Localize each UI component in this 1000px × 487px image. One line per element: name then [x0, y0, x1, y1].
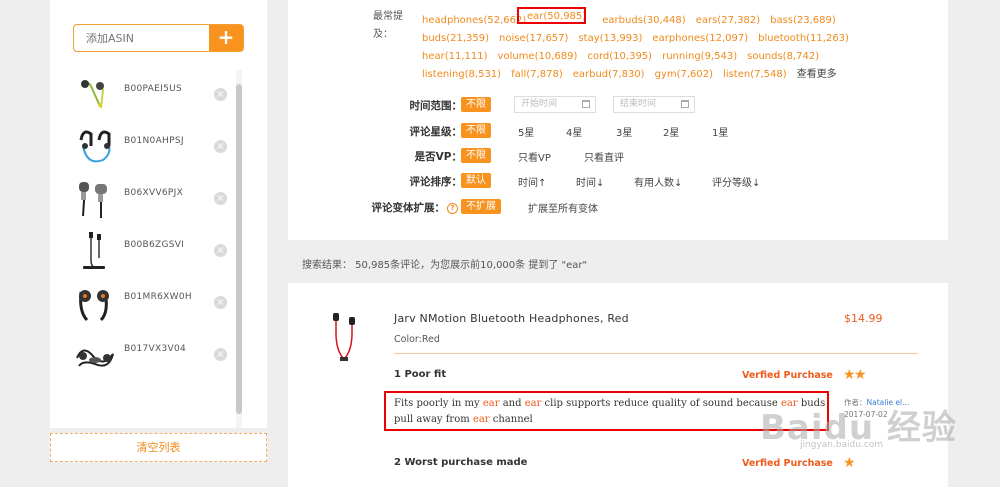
earbuds-product-thumbnail: [76, 349, 114, 367]
keyword-link[interactable]: gym(7,602): [655, 66, 713, 84]
keyword-cloud: headphones(52,662) earbuds(30,448) ears(27…: [422, 8, 849, 80]
review-title: 1 Poor fit: [394, 369, 447, 380]
vp-only-option[interactable]: 只看VP: [518, 149, 551, 164]
selected-keyword-highlight-box: [517, 7, 586, 24]
calendar-icon: [582, 100, 590, 108]
asin-input[interactable]: [74, 25, 209, 51]
expand-all-variants-option[interactable]: 扩展至所有变体: [528, 200, 598, 215]
calendar-icon: [681, 100, 689, 108]
star-icon: ★: [854, 367, 867, 383]
end-date-placeholder: 结束时间: [620, 99, 657, 109]
rating-option-2[interactable]: 2星: [663, 124, 679, 139]
variant-no-expand-tag[interactable]: 不扩展: [461, 199, 501, 214]
rating-option-4[interactable]: 4星: [566, 124, 582, 139]
sort-rating-option[interactable]: 评分等级↓: [712, 174, 760, 189]
card-divider: [394, 353, 918, 354]
rating-option-1[interactable]: 1星: [712, 124, 728, 139]
clear-list-button[interactable]: 清空列表: [50, 433, 267, 462]
rating-filter: 评论星级： 不限 5星 4星 3星 2星 1星: [288, 122, 948, 142]
rating-option-5[interactable]: 5星: [518, 124, 534, 139]
vp-label: 是否VP：: [414, 151, 462, 163]
asin-code: B01N0AHPSJ: [124, 136, 184, 146]
asin-code: B06XVV6PJX: [124, 188, 184, 198]
product-title[interactable]: Jarv NMotion Bluetooth Headphones, Red: [394, 312, 629, 325]
keywords-label: 最常提及：: [373, 11, 403, 40]
asin-code: B017VX3V04: [124, 344, 187, 354]
search-result-summary: 搜索结果： 50,985条评论，为您展示前10,000条 提到了 "ear": [302, 260, 588, 271]
earbuds-product-thumbnail: [79, 182, 107, 218]
asin-input-group: +: [73, 24, 244, 52]
sort-time-asc-option[interactable]: 时间↑: [518, 174, 546, 189]
star-icon: ★: [843, 455, 856, 471]
remove-icon[interactable]: ×: [214, 348, 227, 361]
asin-list-item[interactable]: B01N0AHPSJ ×: [73, 120, 238, 172]
asin-list-item[interactable]: B00B6ZGSVI ×: [73, 224, 238, 276]
time-range-label: 时间范围：: [409, 100, 463, 112]
sort-time-desc-option[interactable]: 时间↓: [576, 174, 604, 189]
variant-label: 评论变体扩展：?: [371, 200, 458, 215]
asin-list: B00PAEI5US × B01N0AHPSJ × B06XVV6PJX × B…: [73, 68, 238, 380]
view-more-keywords-link[interactable]: 查看更多: [797, 66, 837, 84]
product-image: [333, 313, 355, 361]
product-review-card: Jarv NMotion Bluetooth Headphones, Red C…: [288, 283, 948, 487]
review-title: 2 Worst purchase made: [394, 457, 528, 468]
asin-sidebar: + B00PAEI5US × B01N0AHPSJ: [50, 0, 267, 428]
remove-icon[interactable]: ×: [214, 192, 227, 205]
asin-list-item[interactable]: B017VX3V04 ×: [73, 328, 238, 380]
keyword-link[interactable]: listening(8,531): [422, 66, 501, 84]
help-icon[interactable]: ?: [447, 203, 458, 214]
asin-code: B00PAEI5US: [124, 84, 183, 94]
time-range-filter: 时间范围： 不限 开始时间 结束时间: [288, 96, 948, 116]
product-color: Color:Red: [394, 334, 440, 345]
asin-list-item[interactable]: B00PAEI5US ×: [73, 68, 238, 120]
watermark-url: jingyan.baidu.com: [800, 440, 884, 450]
start-date-placeholder: 开始时间: [521, 99, 558, 109]
add-asin-button[interactable]: +: [209, 25, 243, 51]
asin-code: B01MR6XW0H: [124, 292, 192, 302]
sort-label: 评论排序：: [409, 176, 463, 188]
rating-label: 评论星级：: [409, 126, 463, 138]
neckband-headphones-thumbnail: [83, 232, 105, 269]
keyword-link[interactable]: fall(7,878): [511, 66, 563, 84]
remove-icon[interactable]: ×: [214, 244, 227, 257]
product-price: $14.99: [844, 312, 883, 325]
start-date-input[interactable]: 开始时间: [514, 96, 596, 113]
vp-unlimited-tag[interactable]: 不限: [461, 148, 491, 163]
asin-list-item[interactable]: B01MR6XW0H ×: [73, 276, 238, 328]
sort-helpful-option[interactable]: 有用人数↓: [634, 174, 682, 189]
sort-default-tag[interactable]: 默认: [461, 173, 491, 188]
verified-purchase-badge: Verfied Purchase: [742, 458, 833, 469]
sort-filter: 评论排序： 默认 时间↑ 时间↓ 有用人数↓ 评分等级↓: [288, 172, 948, 192]
sport-headphones-thumbnail: [79, 130, 111, 163]
filter-panel: 最常提及： headphones(52,662) earbuds(30,448) e…: [288, 0, 948, 240]
asin-list-item[interactable]: B06XVV6PJX ×: [73, 172, 238, 224]
keyword-link[interactable]: listen(7,548): [723, 66, 787, 84]
end-date-input[interactable]: 结束时间: [613, 96, 695, 113]
verified-purchase-badge: Verfied Purchase: [742, 370, 833, 381]
keyword-link[interactable]: earbud(7,830): [573, 66, 645, 84]
remove-icon[interactable]: ×: [214, 88, 227, 101]
variant-filter: 评论变体扩展：? 不扩展 扩展至所有变体: [288, 198, 948, 218]
rating-unlimited-tag[interactable]: 不限: [461, 123, 491, 138]
remove-icon[interactable]: ×: [214, 296, 227, 309]
rating-option-3[interactable]: 3星: [616, 124, 632, 139]
asin-code: B00B6ZGSVI: [124, 240, 185, 250]
vp-filter: 是否VP： 不限 只看VP 只看直评: [288, 147, 948, 167]
earbuds-product-thumbnail: [81, 80, 105, 109]
remove-icon[interactable]: ×: [214, 140, 227, 153]
direct-review-option[interactable]: 只看直评: [584, 149, 624, 164]
variant-label-text: 评论变体扩展：: [371, 202, 446, 214]
time-range-unlimited-tag[interactable]: 不限: [461, 97, 491, 112]
sport-headphones-thumbnail: [79, 290, 109, 322]
